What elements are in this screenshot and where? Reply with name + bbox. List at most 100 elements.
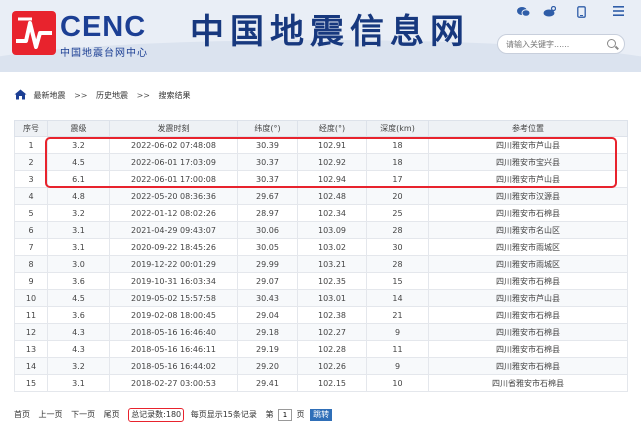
origin-time-cell: 2019-10-31 16:03:34 — [109, 272, 238, 290]
index-cell: 7 — [14, 238, 48, 256]
depth-cell: 14 — [366, 289, 429, 307]
column-header-location: 参考位置 — [428, 120, 628, 137]
origin-time-cell: 2022-06-02 07:48:08 — [109, 136, 238, 154]
table-row[interactable]: 7 3.1 2020-09-22 18:45:26 30.05 103.02 30 四川雅安… — [14, 238, 628, 256]
magnitude-cell: 3.2 — [47, 357, 110, 375]
longitude-cell: 102.27 — [297, 323, 367, 341]
magnitude-cell: 6.1 — [47, 170, 110, 188]
logo-subtitle: 中国地震台网中心 — [60, 48, 148, 59]
breadcrumb-latest-earthquakes-link[interactable]: 最新地震 — [34, 91, 66, 100]
prev-page-link[interactable]: 上一页 — [39, 409, 63, 421]
depth-cell: 9 — [366, 323, 429, 341]
wechat-icon[interactable] — [517, 6, 531, 20]
page-prefix: 第 — [265, 410, 274, 419]
origin-time-cell: 2019-05-02 15:57:58 — [109, 289, 238, 307]
longitude-cell: 102.28 — [297, 340, 367, 358]
last-page-link[interactable]: 尾页 — [104, 409, 120, 421]
magnitude-cell: 3.6 — [47, 272, 110, 290]
table-row[interactable]: 10 4.5 2019-05-02 15:57:58 30.43 103.01 14 四川雅… — [14, 289, 628, 307]
jump-button[interactable]: 跳转 — [310, 409, 333, 421]
location-cell: 四川雅安市芦山县 — [428, 289, 628, 307]
longitude-cell: 102.92 — [297, 153, 367, 171]
search-icon[interactable] — [607, 39, 616, 48]
origin-time-cell: 2018-05-16 16:44:02 — [109, 357, 238, 375]
depth-cell: 30 — [366, 238, 429, 256]
depth-cell: 15 — [366, 272, 429, 290]
latitude-cell: 29.04 — [237, 306, 298, 324]
table-row[interactable]: 9 3.6 2019-10-31 16:03:34 29.07 102.35 15 四川雅安… — [14, 272, 628, 290]
longitude-cell: 102.48 — [297, 187, 367, 205]
latitude-cell: 29.19 — [237, 340, 298, 358]
index-cell: 13 — [14, 340, 48, 358]
table-row[interactable]: 15 3.1 2018-02-27 03:00:53 29.41 102.15 10 四川省… — [14, 374, 628, 392]
breadcrumb-separator: >> — [136, 91, 150, 100]
page-suffix: 页 — [296, 410, 305, 419]
location-cell: 四川雅安市石棉县 — [428, 323, 628, 341]
table-row[interactable]: 12 4.3 2018-05-16 16:46:40 29.18 102.27 9 四川雅安… — [14, 323, 628, 341]
cenc-logo-mark-icon — [12, 11, 56, 55]
index-cell: 6 — [14, 221, 48, 239]
weibo-icon[interactable] — [543, 5, 557, 20]
latitude-cell: 30.37 — [237, 153, 298, 171]
table-row[interactable]: 13 4.3 2018-05-16 16:46:11 29.19 102.28 11 四川雅… — [14, 340, 628, 358]
table-row[interactable]: 8 3.0 2019-12-22 00:01:29 29.99 103.21 28 四川雅安… — [14, 255, 628, 273]
earthquake-results-table: 序号 震级 发震时刻 纬度(°) 经度(°) 深度(km) 参考位置 1 3.2 2… — [14, 120, 628, 392]
depth-cell: 9 — [366, 357, 429, 375]
index-cell: 8 — [14, 255, 48, 273]
origin-time-cell: 2020-09-22 18:45:26 — [109, 238, 238, 256]
search-input[interactable] — [506, 37, 598, 51]
table-row[interactable]: 11 3.6 2019-02-08 18:00:45 29.04 102.38 21 四川雅… — [14, 306, 628, 324]
table-row[interactable]: 4 4.8 2022-05-20 08:36:36 29.67 102.48 20 四川雅安… — [14, 187, 628, 205]
depth-cell: 28 — [366, 255, 429, 273]
index-cell: 1 — [14, 136, 48, 154]
longitude-cell: 103.02 — [297, 238, 367, 256]
latitude-cell: 29.20 — [237, 357, 298, 375]
table-row[interactable]: 1 3.2 2022-06-02 07:48:08 30.39 102.91 18 四川雅安… — [14, 136, 628, 154]
menu-icon[interactable] — [613, 6, 624, 19]
breadcrumb-historical-earthquakes-link[interactable]: 历史地震 — [96, 91, 128, 100]
location-cell: 四川雅安市石棉县 — [428, 204, 628, 222]
latitude-cell: 30.05 — [237, 238, 298, 256]
location-cell: 四川雅安市石棉县 — [428, 272, 628, 290]
index-cell: 3 — [14, 170, 48, 188]
total-records: 总记录数:180 — [128, 408, 185, 422]
longitude-cell: 102.35 — [297, 272, 367, 290]
index-cell: 12 — [14, 323, 48, 341]
index-cell: 11 — [14, 306, 48, 324]
depth-cell: 17 — [366, 170, 429, 188]
origin-time-cell: 2019-12-22 00:01:29 — [109, 255, 238, 273]
latitude-cell: 29.07 — [237, 272, 298, 290]
column-header-magnitude: 震级 — [47, 120, 110, 137]
latitude-cell: 30.37 — [237, 170, 298, 188]
latitude-cell: 29.18 — [237, 323, 298, 341]
longitude-cell: 102.34 — [297, 204, 367, 222]
column-header-origin-time: 发震时刻 — [109, 120, 238, 137]
table-row[interactable]: 3 6.1 2022-06-01 17:00:08 30.37 102.94 17 四川雅安… — [14, 170, 628, 188]
longitude-cell: 102.38 — [297, 306, 367, 324]
origin-time-cell: 2022-06-01 17:03:09 — [109, 153, 238, 171]
table-row[interactable]: 2 4.5 2022-06-01 17:03:09 30.37 102.92 18 四川雅安… — [14, 153, 628, 171]
location-cell: 四川雅安市汉源县 — [428, 187, 628, 205]
page-number-input[interactable] — [277, 409, 292, 421]
first-page-link[interactable]: 首页 — [14, 409, 30, 421]
depth-cell: 18 — [366, 136, 429, 154]
next-page-link[interactable]: 下一页 — [71, 409, 95, 421]
site-title: 中国地震信息网 — [190, 12, 470, 52]
table-row[interactable]: 14 3.2 2018-05-16 16:44:02 29.20 102.26 9 四川雅安… — [14, 357, 628, 375]
latitude-cell: 29.99 — [237, 255, 298, 273]
depth-cell: 21 — [366, 306, 429, 324]
depth-cell: 10 — [366, 374, 429, 392]
search-box[interactable] — [497, 34, 625, 54]
location-cell: 四川雅安市宝兴县 — [428, 153, 628, 171]
home-icon[interactable] — [14, 89, 27, 100]
breadcrumb: 最新地震 >> 历史地震 >> 搜索结果 — [14, 89, 191, 103]
table-row[interactable]: 5 3.2 2022-01-12 08:02:26 28.97 102.34 25 四川雅安… — [14, 204, 628, 222]
table-row[interactable]: 6 3.1 2021-04-29 09:43:07 30.06 103.09 28 四川雅安… — [14, 221, 628, 239]
mobile-icon[interactable] — [577, 6, 586, 21]
cenc-logo[interactable]: CENC 中国地震台网中心 — [12, 9, 162, 59]
location-cell: 四川雅安市雨城区 — [428, 255, 628, 273]
logo-text: CENC — [60, 11, 147, 43]
magnitude-cell: 3.1 — [47, 221, 110, 239]
location-cell: 四川雅安市石棉县 — [428, 306, 628, 324]
latitude-cell: 28.97 — [237, 204, 298, 222]
